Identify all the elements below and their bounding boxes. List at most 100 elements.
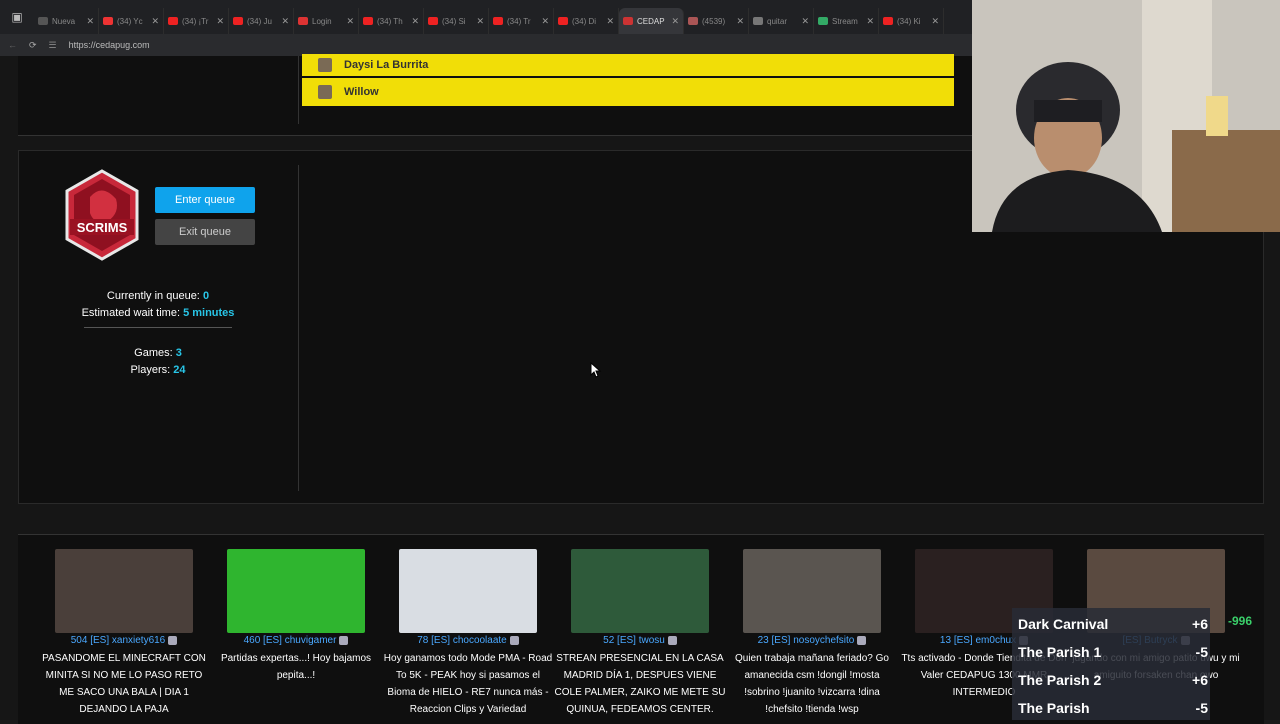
close-tab-icon[interactable]: ✕ [476, 16, 484, 27]
tab-favicon-icon [883, 17, 893, 25]
stream-card[interactable]: 460 [ES] chuvigamer Partidas expertas...!… [210, 549, 382, 684]
verified-icon [339, 635, 349, 645]
tab-menu-icon[interactable]: ▣ [0, 0, 34, 34]
close-tab-icon[interactable]: ✕ [281, 16, 289, 27]
tab-favicon-icon [558, 17, 568, 25]
browser-tab[interactable]: (34) Si ✕ [424, 8, 489, 34]
list-item-label: Willow [344, 86, 379, 98]
scrims-badge-logo: SCRIMS [65, 169, 139, 261]
list-item[interactable]: Willow [302, 78, 954, 106]
stream-thumbnail[interactable] [399, 549, 537, 633]
map-name: The Parish [1018, 700, 1090, 716]
map-name: The Parish 1 [1018, 644, 1102, 660]
avatar [318, 58, 332, 72]
stream-title: STREAN PRESENCIAL EN LA CASA MADRID DÍA … [554, 653, 726, 715]
tab-favicon-icon [103, 17, 113, 25]
browser-tab[interactable]: Nueva ✕ [34, 8, 99, 34]
map-score: +6 [1192, 672, 1208, 688]
tab-favicon-icon [168, 17, 178, 25]
close-tab-icon[interactable]: ✕ [411, 16, 419, 27]
site-info-icon[interactable]: ☰ [49, 40, 57, 51]
browser-tab[interactable]: (34) Ju ✕ [229, 8, 294, 34]
tab-favicon-icon [623, 17, 633, 25]
tab-title: (34) Si [442, 16, 466, 26]
close-tab-icon[interactable]: ✕ [801, 16, 809, 27]
exit-queue-button[interactable]: Exit queue [155, 219, 255, 245]
stream-card[interactable]: 504 [ES] xanxiety616 PASANDOME EL MINECRA… [38, 549, 210, 718]
map-score: -5 [1195, 700, 1208, 716]
tab-favicon-icon [363, 17, 373, 25]
viewer-count: 78 [417, 635, 429, 646]
stream-thumbnail[interactable] [55, 549, 193, 633]
browser-tab[interactable]: (34) Th ✕ [359, 8, 424, 34]
verified-icon [168, 635, 178, 645]
mouse-cursor-icon [590, 362, 602, 378]
divider [298, 165, 299, 491]
mmr-change: -996 [1228, 614, 1253, 628]
browser-tab[interactable]: (34) Yc ✕ [99, 8, 164, 34]
browser-tab[interactable]: Login ✕ [294, 8, 359, 34]
stream-info[interactable]: 460 [ES] chuvigamer [210, 635, 382, 646]
stream-info[interactable]: 52 [ES] twosu [554, 635, 726, 646]
scoreboard-row: The Parish 1 -5 [1018, 644, 1208, 660]
close-tab-icon[interactable]: ✕ [866, 16, 874, 27]
tab-favicon-icon [428, 17, 438, 25]
stream-thumbnail[interactable] [571, 549, 709, 633]
close-tab-icon[interactable]: ✕ [346, 16, 354, 27]
tab-favicon-icon [688, 17, 698, 25]
stream-info[interactable]: 504 [ES] xanxiety616 [38, 635, 210, 646]
close-tab-icon[interactable]: ✕ [216, 16, 224, 27]
list-item[interactable]: Daysi La Burrita [302, 54, 954, 76]
webcam-overlay [972, 0, 1280, 232]
close-tab-icon[interactable]: ✕ [541, 16, 549, 27]
browser-tab[interactable]: (34) Tr ✕ [489, 8, 554, 34]
tab-favicon-icon [818, 17, 828, 25]
tab-favicon-icon [233, 17, 243, 25]
tab-title: Nueva [52, 16, 76, 26]
enter-queue-button[interactable]: Enter queue [155, 187, 255, 213]
browser-tab[interactable]: (4539) ✕ [684, 8, 749, 34]
streamer-name: [ES] xanxiety616 [90, 635, 166, 646]
verified-icon [667, 635, 677, 645]
stream-card[interactable]: 52 [ES] twosu STREAN PRESENCIAL EN LA CAS… [554, 549, 726, 718]
browser-tab[interactable]: quitar ✕ [749, 8, 814, 34]
close-tab-icon[interactable]: ✕ [151, 16, 159, 27]
close-tab-icon[interactable]: ✕ [736, 16, 744, 27]
divider [298, 56, 299, 124]
stream-title: Quien trabaja mañana feriado? Go amaneci… [735, 653, 889, 715]
browser-tab[interactable]: (34) Ki ✕ [879, 8, 944, 34]
stream-info[interactable]: 23 [ES] nosoychefsito [726, 635, 898, 646]
viewer-count: 52 [603, 635, 615, 646]
close-tab-icon[interactable]: ✕ [606, 16, 614, 27]
viewer-count: 23 [757, 635, 769, 646]
stream-info[interactable]: 78 [ES] chocoolaate [382, 635, 554, 646]
reload-icon[interactable]: ⟳ [29, 40, 37, 51]
tab-title: (34) Ju [247, 16, 272, 26]
wait-time: Estimated wait time: 5 minutes [81, 307, 235, 319]
browser-tab[interactable]: (34) ¡Tr ✕ [164, 8, 229, 34]
stream-title: Hoy ganamos todo Mode PMA - Road To 5K -… [383, 653, 553, 715]
stream-card[interactable]: 78 [ES] chocoolaate Hoy ganamos todo Mode… [382, 549, 554, 718]
streamer-name: [ES] chocoolaate [431, 635, 507, 646]
queue-count: Currently in queue: 0 [106, 290, 210, 302]
url-field[interactable]: https://cedapug.com [69, 40, 150, 50]
close-tab-icon[interactable]: ✕ [86, 16, 94, 27]
stream-card[interactable]: 23 [ES] nosoychefsito Quien trabaja mañan… [726, 549, 898, 718]
browser-tab[interactable]: (34) Di ✕ [554, 8, 619, 34]
stream-thumbnail[interactable] [743, 549, 881, 633]
streamer-name: [ES] chuvigamer [263, 635, 337, 646]
address-bar: ← ⟳ ☰ https://cedapug.com [0, 34, 972, 56]
games-count: Games: 3 [134, 347, 182, 359]
scoreboard-overlay: Dark Carnival +6 The Parish 1 -5 The Parish … [1012, 608, 1210, 720]
close-tab-icon[interactable]: ✕ [931, 16, 939, 27]
stream-thumbnail[interactable] [227, 549, 365, 633]
back-icon[interactable]: ← [8, 40, 17, 50]
tab-title: (4539) [702, 16, 726, 26]
browser-tab[interactable]: Stream ✕ [814, 8, 879, 34]
browser-tab[interactable]: CEDAP ✕ [619, 8, 684, 34]
tab-title: Stream [832, 16, 858, 26]
viewer-count: 13 [939, 635, 952, 646]
close-tab-icon[interactable]: ✕ [671, 16, 679, 27]
tab-title: (34) Yc [117, 16, 143, 26]
streamer-name: [ES] twosu [617, 635, 665, 646]
